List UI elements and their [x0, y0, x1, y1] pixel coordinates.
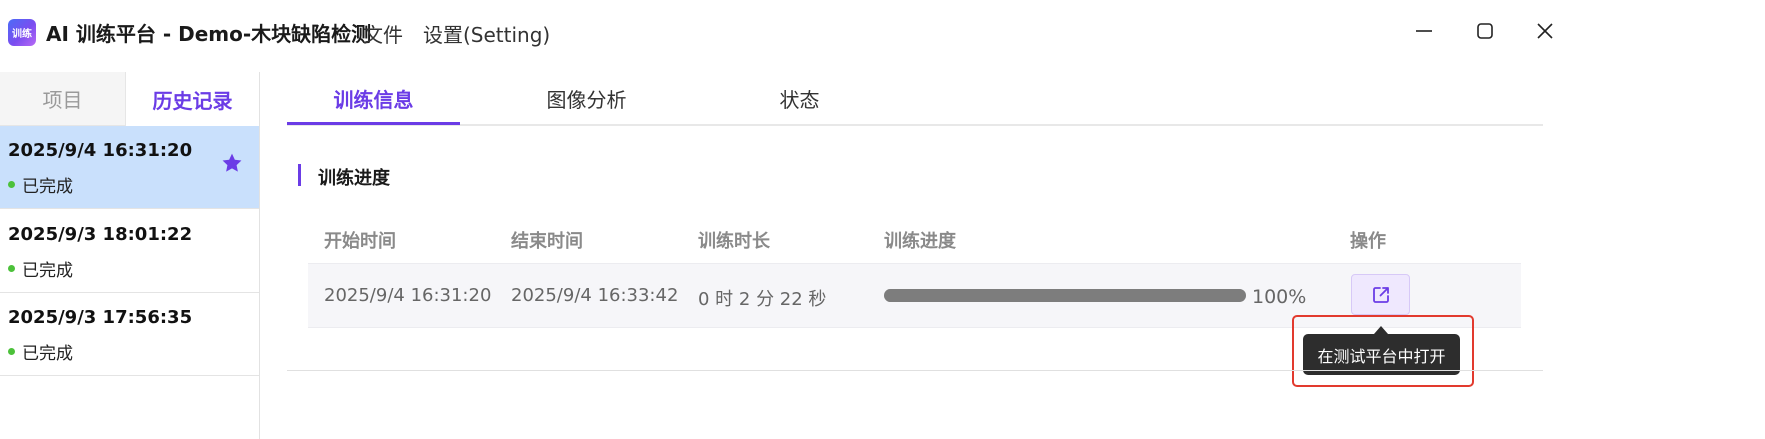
app-logo-text: 训练: [12, 29, 32, 40]
minimize-button[interactable]: [1409, 16, 1439, 46]
history-item-status-label: 已完成: [22, 177, 73, 197]
menu-settings[interactable]: 设置(Setting): [423, 19, 550, 48]
section-marker: [298, 164, 301, 186]
title-bar: 训练 AI 训练平台 - Demo-木块缺陷检测 文件 设置(Setting): [0, 0, 1765, 64]
maximize-button[interactable]: [1470, 16, 1500, 46]
divider: [287, 370, 1543, 371]
sidebar-tab-project[interactable]: 项目: [0, 72, 126, 126]
progress-bar-fill: [884, 289, 1246, 302]
star-icon[interactable]: [221, 152, 243, 174]
column-header-progress: 训练进度: [884, 231, 956, 252]
app-logo-icon: 训练: [8, 19, 36, 46]
sidebar-tabs: 项目 历史记录: [0, 72, 259, 126]
sidebar: 项目 历史记录 2025/9/4 16:31:20 已完成 2025/9/3 1…: [0, 72, 260, 439]
tab-status[interactable]: 状态: [713, 72, 886, 124]
history-item-status-label: 已完成: [22, 344, 73, 364]
history-item-status: 已完成: [8, 172, 73, 197]
minimize-icon: [1416, 30, 1432, 32]
cell-duration: 0 时 2 分 22 秒: [698, 289, 827, 310]
external-link-icon: [1372, 286, 1389, 303]
history-item-status-label: 已完成: [22, 261, 73, 281]
status-dot-icon: [8, 348, 15, 355]
history-item-status: 已完成: [8, 339, 73, 364]
history-item-time: 2025/9/3 17:56:35: [8, 307, 193, 328]
tooltip: 在测试平台中打开: [1303, 334, 1460, 375]
history-item[interactable]: 2025/9/4 16:31:20 已完成: [0, 126, 259, 209]
history-item[interactable]: 2025/9/3 18:01:22 已完成: [0, 210, 259, 293]
close-button[interactable]: [1530, 16, 1560, 46]
column-header-action: 操作: [1350, 231, 1386, 252]
maximize-icon: [1477, 23, 1493, 39]
column-header-duration: 训练时长: [698, 231, 770, 252]
status-dot-icon: [8, 181, 15, 188]
status-dot-icon: [8, 265, 15, 272]
app-title: AI 训练平台 - Demo-木块缺陷检测: [46, 22, 372, 46]
history-item-time: 2025/9/4 16:31:20: [8, 140, 193, 161]
tab-training-info[interactable]: 训练信息: [287, 72, 460, 124]
main-tabs: 训练信息 图像分析 状态: [287, 72, 1543, 126]
menu-file[interactable]: 文件: [363, 19, 403, 48]
section-title: 训练进度: [318, 168, 390, 189]
active-tab-indicator: [287, 122, 460, 125]
history-item-status: 已完成: [8, 256, 73, 281]
tab-image-analysis[interactable]: 图像分析: [500, 72, 673, 124]
cell-start-time: 2025/9/4 16:31:20: [324, 285, 492, 306]
column-header-end: 结束时间: [511, 231, 583, 252]
history-item[interactable]: 2025/9/3 17:56:35 已完成: [0, 293, 259, 376]
progress-bar: [884, 289, 1246, 302]
sidebar-tab-history[interactable]: 历史记录: [126, 72, 259, 126]
tooltip-arrow: [1374, 326, 1388, 334]
close-icon: [1537, 23, 1553, 39]
progress-percent: 100%: [1252, 286, 1307, 308]
open-in-test-platform-button[interactable]: [1351, 274, 1410, 315]
cell-end-time: 2025/9/4 16:33:42: [511, 285, 679, 306]
column-header-start: 开始时间: [324, 231, 396, 252]
history-item-time: 2025/9/3 18:01:22: [8, 224, 193, 245]
